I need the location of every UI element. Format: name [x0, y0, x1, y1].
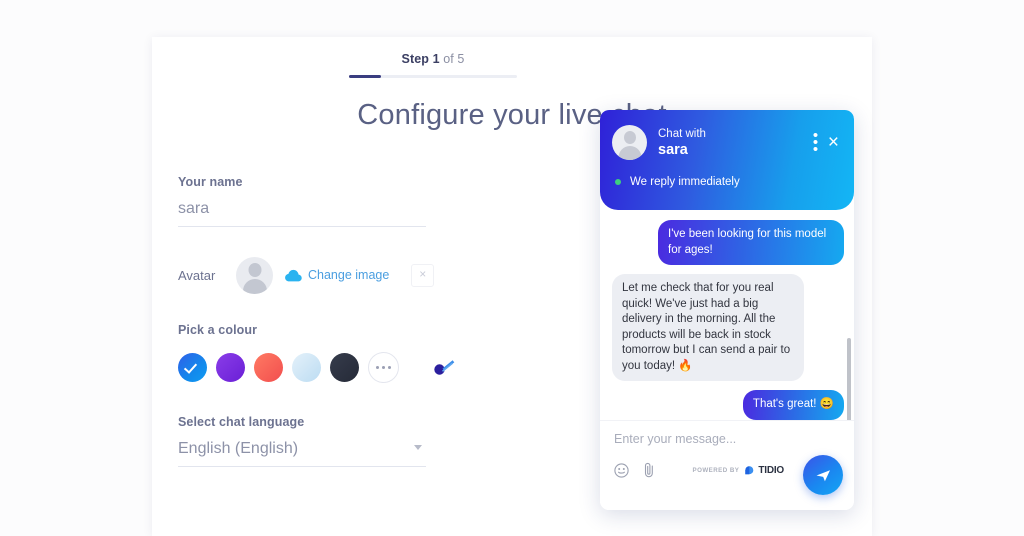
- message-bubble: That's great! 😄: [742, 390, 844, 420]
- remove-avatar-button[interactable]: ×: [411, 263, 435, 287]
- avatar-head-shape: [248, 262, 261, 277]
- avatar-field-label: Avatar: [178, 267, 216, 283]
- chevron-down-icon: [414, 445, 422, 450]
- chat-widget-header: Chat with sara • • • × We reply immediatel…: [600, 110, 854, 210]
- tidio-logo-icon: [744, 465, 755, 476]
- colour-field-group: Pick a colour: [178, 323, 458, 383]
- agent-avatar-body-shape: [618, 146, 641, 160]
- colour-swatch-light-blue[interactable]: [292, 352, 321, 382]
- colour-swatch-dark-navy[interactable]: [330, 352, 359, 382]
- agent-avatar: [612, 125, 647, 160]
- emoji-icon[interactable]: [614, 462, 629, 478]
- message-input[interactable]: Enter your message...: [614, 432, 842, 446]
- colour-swatch-coral[interactable]: [254, 352, 283, 382]
- visitor-message-row: That's great! 😄: [612, 390, 844, 420]
- language-select[interactable]: English (English): [178, 438, 426, 467]
- screen: Step 1 of 5 Configure your live chat You…: [0, 0, 1024, 536]
- step-number: 1: [432, 52, 440, 66]
- chat-scrollbar[interactable]: [847, 338, 851, 420]
- colour-swatch-blue[interactable]: [178, 352, 207, 382]
- avatar-field-group: Avatar Change image ×: [178, 255, 458, 295]
- progress-track: [349, 75, 517, 78]
- language-selected-value: English (English): [178, 438, 426, 467]
- language-field-label: Select chat language: [178, 415, 305, 429]
- chat-widget-titles: Chat with sara: [658, 127, 813, 159]
- language-field-group: Select chat language English (English): [178, 415, 458, 467]
- avatar-body-shape: [242, 278, 267, 294]
- progress-fill: [349, 75, 381, 78]
- powered-by-branding: POWERED BY TIDIO: [692, 464, 785, 476]
- chat-widget-preview: Chat with sara • • • × We reply immediatel…: [600, 110, 854, 510]
- paint-brush-icon[interactable]: [433, 358, 456, 377]
- chat-with-label: Chat with: [658, 127, 706, 140]
- settings-form: Your name Avatar Change image × Pick: [178, 175, 458, 467]
- name-field-group: Your name: [178, 175, 458, 227]
- step-indicator-text: Step 1 of 5: [349, 52, 517, 66]
- send-button[interactable]: [803, 455, 843, 495]
- status-label: We reply immediately: [630, 176, 740, 188]
- attachment-icon[interactable]: [643, 462, 656, 478]
- powered-by-label: POWERED BY: [692, 466, 740, 474]
- colour-swatch-purple[interactable]: [216, 352, 245, 382]
- avatar: [236, 256, 273, 294]
- cloud-upload-icon: [285, 269, 302, 282]
- message-bubble: I've been looking for this model for age…: [658, 220, 844, 265]
- availability-status: We reply immediately: [600, 160, 854, 188]
- brand-name: TIDIO: [758, 464, 784, 476]
- send-icon: [816, 469, 830, 481]
- agent-name: sara: [658, 141, 688, 158]
- step-prefix: Step: [401, 52, 430, 66]
- visitor-message-row: I've been looking for this model for age…: [612, 220, 844, 265]
- name-input[interactable]: [178, 198, 426, 227]
- colour-field-label: Pick a colour: [178, 323, 258, 337]
- chat-input-area: Enter your message... POWERED BY TIDIO: [600, 420, 854, 510]
- message-bubble: Let me check that for you real quick! We…: [612, 274, 804, 381]
- stepper: Step 1 of 5: [349, 52, 517, 78]
- step-current-label: Step 1: [402, 52, 440, 66]
- more-colours-button[interactable]: [368, 351, 399, 383]
- step-total: of 5: [443, 52, 465, 66]
- chat-widget-header-top: Chat with sara • • • ×: [600, 110, 854, 160]
- name-field-label: Your name: [178, 175, 243, 189]
- close-icon[interactable]: ×: [828, 133, 839, 152]
- status-dot-icon: [615, 179, 621, 185]
- agent-avatar-head-shape: [623, 131, 636, 144]
- colour-swatch-list: [178, 351, 458, 383]
- agent-message-row: Let me check that for you real quick! We…: [612, 274, 844, 381]
- chat-message-list: I've been looking for this model for age…: [600, 210, 854, 420]
- change-image-button[interactable]: Change image: [308, 268, 389, 282]
- kebab-menu-icon[interactable]: • • •: [813, 128, 818, 157]
- onboarding-card: Step 1 of 5 Configure your live chat You…: [152, 37, 872, 536]
